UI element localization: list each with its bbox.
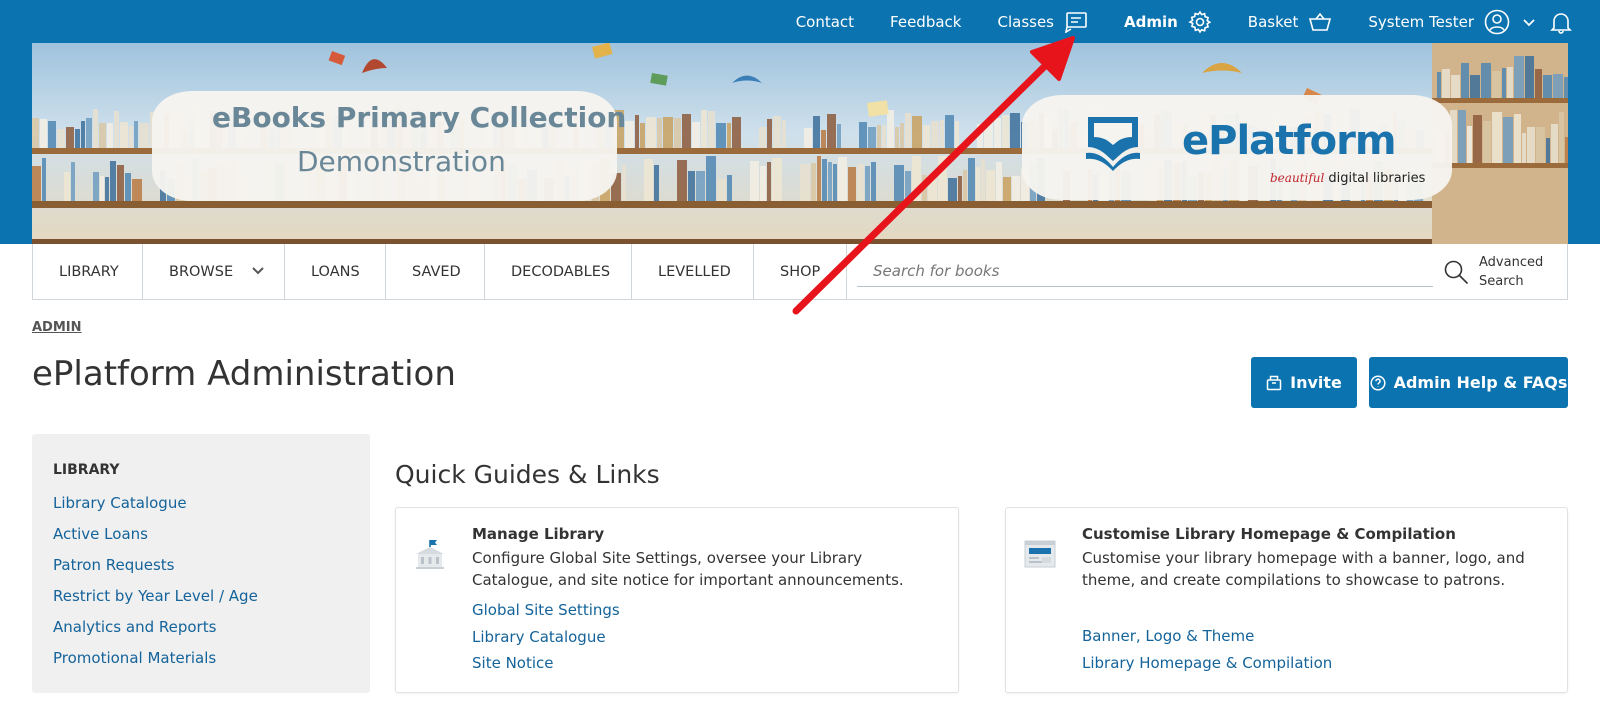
link-site-notice[interactable]: Site Notice bbox=[472, 650, 620, 677]
logo-tagline: beautiful digital libraries bbox=[1270, 171, 1425, 186]
breadcrumb-admin[interactable]: ADMIN bbox=[32, 320, 82, 335]
contact-label: Contact bbox=[795, 12, 855, 31]
link-global-site-settings[interactable]: Global Site Settings bbox=[472, 597, 620, 624]
tab-loans[interactable]: LOANS bbox=[285, 244, 386, 299]
invite-icon bbox=[1266, 375, 1290, 391]
advanced-search-label: Advanced Search bbox=[1479, 254, 1544, 289]
tab-library[interactable]: LIBRARY bbox=[33, 244, 143, 299]
help-circle-icon bbox=[1370, 374, 1394, 391]
admin-help-label: Admin Help & FAQs bbox=[1393, 373, 1568, 392]
invite-button[interactable]: Invite bbox=[1251, 357, 1357, 408]
banner-subtitle: Demonstration bbox=[297, 145, 506, 178]
sidebar-item-promotional[interactable]: Promotional Materials bbox=[53, 643, 349, 674]
search-bar: Advanced Search bbox=[847, 244, 1567, 299]
tab-shop[interactable]: SHOP bbox=[754, 244, 847, 299]
sidebar-item-analytics[interactable]: Analytics and Reports bbox=[53, 612, 349, 643]
invite-label: Invite bbox=[1290, 373, 1342, 392]
card-title: Customise Library Homepage & Compilation bbox=[1082, 525, 1456, 543]
link-homepage-compilation[interactable]: Library Homepage & Compilation bbox=[1082, 650, 1332, 677]
search-input[interactable] bbox=[857, 256, 1433, 287]
tab-label: SHOP bbox=[780, 263, 821, 280]
sidebar-item-restrict-age[interactable]: Restrict by Year Level / Age bbox=[53, 581, 349, 612]
card-description: Customise your library homepage with a b… bbox=[1082, 549, 1525, 589]
tab-label: LIBRARY bbox=[59, 263, 119, 280]
admin-link[interactable]: Admin bbox=[1124, 10, 1212, 34]
tab-label: DECODABLES bbox=[511, 263, 611, 280]
library-banner: eBooks Primary Collection Demonstration … bbox=[32, 43, 1568, 244]
basket-label: Basket bbox=[1247, 12, 1299, 31]
tab-decodables[interactable]: DECODABLES bbox=[485, 244, 632, 299]
user-name: System Tester bbox=[1368, 12, 1474, 31]
library-building-icon bbox=[412, 536, 448, 577]
admin-help-button[interactable]: Admin Help & FAQs bbox=[1369, 357, 1568, 408]
classes-label: Classes bbox=[997, 12, 1054, 31]
quick-guides-title: Quick Guides & Links bbox=[395, 460, 660, 489]
sidebar-item-library-catalogue[interactable]: Library Catalogue bbox=[53, 488, 349, 519]
tab-label: BROWSE bbox=[169, 263, 234, 280]
header-bar: Contact Feedback Classes Admin Basket Sy… bbox=[0, 0, 1600, 244]
manage-library-card: Manage Library Configure Global Site Set… bbox=[395, 507, 959, 693]
banner-title: eBooks Primary Collection bbox=[212, 101, 627, 134]
customise-homepage-card: Customise Library Homepage & Compilation… bbox=[1005, 507, 1568, 693]
logo-tagline-script: beautiful bbox=[1270, 171, 1325, 185]
main-navigation: LIBRARY BROWSE LOANS SAVED DECODABLES LE… bbox=[32, 244, 1568, 300]
chevron-down-icon[interactable] bbox=[1522, 17, 1536, 27]
basket-icon bbox=[1308, 12, 1332, 32]
webpage-layout-icon bbox=[1022, 536, 1058, 577]
bell-icon bbox=[1550, 10, 1572, 34]
advanced-search-button[interactable]: Advanced Search bbox=[1443, 253, 1549, 291]
logo-tagline-text: digital libraries bbox=[1328, 171, 1426, 186]
feedback-link[interactable]: Feedback bbox=[890, 13, 961, 31]
eplatform-logo-icon bbox=[1084, 113, 1142, 176]
admin-label: Admin bbox=[1124, 12, 1178, 31]
tab-saved[interactable]: SAVED bbox=[386, 244, 485, 299]
page-title: ePlatform Administration bbox=[32, 354, 456, 394]
classes-link[interactable]: Classes bbox=[997, 11, 1088, 33]
eplatform-logo-text: ePlatform bbox=[1182, 118, 1397, 164]
user-avatar-icon bbox=[1484, 9, 1510, 35]
sidebar-item-patron-requests[interactable]: Patron Requests bbox=[53, 550, 349, 581]
contact-link[interactable]: Contact bbox=[796, 13, 854, 31]
notifications-button[interactable] bbox=[1550, 10, 1572, 34]
tab-label: LEVELLED bbox=[658, 263, 731, 280]
link-library-catalogue[interactable]: Library Catalogue bbox=[472, 624, 620, 651]
tab-browse[interactable]: BROWSE bbox=[143, 244, 285, 299]
card-links: Banner, Logo & Theme Library Homepage & … bbox=[1082, 623, 1332, 676]
basket-link[interactable]: Basket bbox=[1248, 12, 1333, 32]
top-navigation: Contact Feedback Classes Admin Basket Sy… bbox=[796, 0, 1600, 43]
link-banner-logo-theme[interactable]: Banner, Logo & Theme bbox=[1082, 623, 1332, 650]
sidebar-heading: LIBRARY bbox=[53, 462, 120, 478]
feedback-label: Feedback bbox=[890, 12, 962, 31]
sidebar-item-active-loans[interactable]: Active Loans bbox=[53, 519, 349, 550]
search-icon bbox=[1443, 259, 1469, 285]
user-menu[interactable]: System Tester bbox=[1368, 9, 1536, 35]
chevron-down-icon bbox=[251, 264, 265, 280]
admin-sidebar: LIBRARY Library Catalogue Active Loans P… bbox=[32, 434, 370, 693]
gear-icon bbox=[1188, 10, 1212, 34]
card-title: Manage Library bbox=[472, 525, 605, 543]
tab-label: LOANS bbox=[311, 263, 360, 280]
tab-label: SAVED bbox=[412, 263, 461, 280]
chat-list-icon bbox=[1064, 11, 1088, 33]
card-links: Global Site Settings Library Catalogue S… bbox=[472, 597, 620, 677]
card-description: Configure Global Site Settings, oversee … bbox=[472, 549, 904, 589]
tab-levelled[interactable]: LEVELLED bbox=[632, 244, 754, 299]
